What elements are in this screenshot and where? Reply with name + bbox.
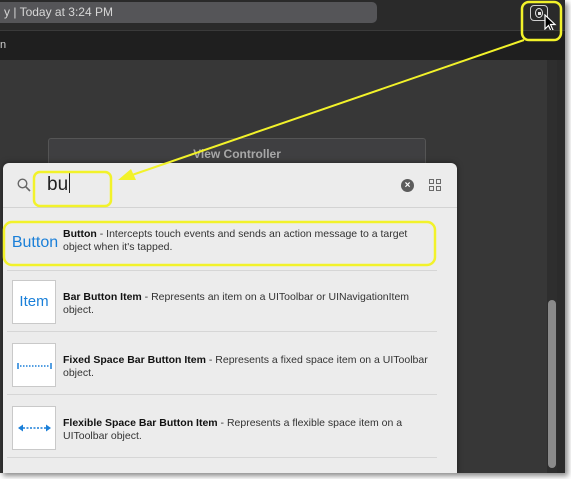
bar-button-item-thumbnail: Item (12, 280, 56, 324)
library-item-flexible-space[interactable]: Flexible Space Bar Button Item - Represe… (7, 399, 437, 458)
grid-cell (436, 186, 441, 191)
object-library-popover: bu × Button Button - Intercepts touch ev… (3, 163, 457, 473)
toolbar: y | Today at 3:24 PM (0, 0, 565, 32)
tab-label[interactable]: n (0, 39, 6, 51)
item-description: Flexible Space Bar Button Item - Represe… (63, 417, 435, 443)
flexible-space-thumbnail (12, 406, 56, 450)
scrollbar-thumb[interactable] (548, 300, 556, 468)
item-title: Bar Button Item (63, 291, 142, 303)
grid-view-toggle-icon[interactable] (429, 179, 443, 193)
clear-search-icon[interactable]: × (401, 179, 414, 192)
grid-cell (436, 179, 441, 184)
tab-bar: n (0, 30, 565, 60)
button-thumbnail: Button (11, 234, 59, 251)
item-description: Bar Button Item - Represents an item on … (63, 291, 435, 317)
xcode-window: y | Today at 3:24 PM n View Controller b… (0, 0, 565, 473)
activity-view: y | Today at 3:24 PM (0, 2, 377, 23)
search-query: bu (47, 174, 69, 195)
item-summary: - Intercepts touch events and sends an a… (63, 228, 408, 253)
text-caret (69, 173, 71, 193)
item-title: Fixed Space Bar Button Item (63, 354, 206, 366)
library-item-button[interactable]: Button Button - Intercepts touch events … (7, 218, 437, 271)
library-item-fixed-space[interactable]: Fixed Space Bar Button Item - Represents… (7, 336, 437, 395)
flexible-space-icon (18, 424, 51, 432)
item-description: Fixed Space Bar Button Item - Represents… (63, 354, 435, 380)
item-description: Button - Intercepts touch events and sen… (63, 228, 435, 254)
library-icon (535, 8, 543, 18)
fixed-space-icon (17, 363, 52, 369)
library-search-bar: bu × (3, 163, 457, 208)
grid-cell (429, 186, 434, 191)
item-title: Button (63, 228, 97, 240)
fixed-space-thumbnail (12, 343, 56, 387)
library-search-input[interactable]: bu (47, 173, 347, 197)
item-title: Flexible Space Bar Button Item (63, 417, 218, 429)
library-item-bar-button-item[interactable]: Item Bar Button Item - Represents an ite… (7, 273, 437, 332)
search-icon (17, 178, 31, 192)
grid-cell (429, 179, 434, 184)
